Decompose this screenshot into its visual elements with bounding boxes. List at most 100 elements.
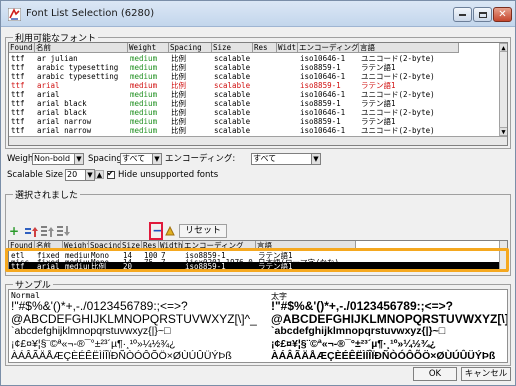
close-button[interactable]: ✕ xyxy=(493,7,512,22)
scroll-up-icon[interactable]: ▲ xyxy=(499,43,507,52)
table-cell: medium xyxy=(130,54,158,63)
table-row[interactable]: ttf arial black medium 比例 scalable iso8859-1 ラ… xyxy=(9,99,499,108)
encoding-combo[interactable]: すべて ▼ xyxy=(251,153,321,165)
add-icon[interactable]: + xyxy=(7,224,21,238)
column-header[interactable]: Size xyxy=(212,43,253,53)
column-header[interactable]: Res xyxy=(253,43,277,53)
move-up-icon[interactable] xyxy=(25,226,38,237)
sample-bold-line: !"#$%&'()*+,-./0123456789:;<=>? xyxy=(271,299,453,313)
available-fonts-list[interactable]: Foundr▲名前WeightSpacingSizeResWidtエンコーディン… xyxy=(8,42,508,146)
sample-bold-line: `abcdefghijklmnopqrstuvwxyz{|}~□ xyxy=(271,325,446,337)
table-cell: medium xyxy=(130,72,158,81)
column-header[interactable]: Weight xyxy=(128,43,169,53)
move-down-icon[interactable] xyxy=(57,226,70,237)
table-cell: arial xyxy=(37,81,60,90)
table-row[interactable]: ttf ar julian medium 比例 scalable iso10646-1 ユニ… xyxy=(9,54,499,63)
spin-down-icon[interactable]: ▼ xyxy=(85,170,94,180)
vertical-scrollbar[interactable] xyxy=(499,43,507,136)
table-cell: ttf xyxy=(11,108,25,117)
table-cell: ttf xyxy=(11,126,25,135)
maximize-button[interactable] xyxy=(473,7,492,22)
scalable-size-spinner[interactable]: 20 ▼ xyxy=(65,169,95,181)
table-cell: scalable xyxy=(214,63,251,72)
app-icon xyxy=(8,8,21,21)
chevron-down-icon: ▼ xyxy=(311,154,320,164)
table-cell: ttf xyxy=(11,81,25,90)
table-row[interactable]: ttf arabic typesetting medium 比例 scalable iso… xyxy=(9,63,499,72)
table-cell: ttf xyxy=(11,117,25,126)
table-cell: ラテン語1 xyxy=(361,81,396,90)
table-cell: arial narrow xyxy=(37,126,92,135)
table-cell: scalable xyxy=(214,126,251,135)
table-cell: 比例 xyxy=(171,81,186,90)
table-cell: ユニコード(2-byte) xyxy=(361,90,435,99)
table-cell: 比例 xyxy=(171,54,186,63)
reset-button-label: リセット xyxy=(184,226,221,236)
sample-normal-line: @ABCDEFGHIJKLMNOPQRSTUVWXYZ[\]^_ xyxy=(11,312,257,326)
column-header[interactable]: エンコーディング xyxy=(298,43,359,53)
table-cell: ラテン語1 xyxy=(361,63,396,72)
sample-normal-line: ¡¢£¤¥¦§¨©ª«¬-®¯°±²³´µ¶·¸¹º»¼½¾¿ xyxy=(11,338,176,350)
table-cell: 比例 xyxy=(171,117,186,126)
title-bar[interactable]: Font List Selection (6280) ✕ xyxy=(1,1,515,27)
table-cell: 比例 xyxy=(171,99,186,108)
table-row[interactable]: ttf arial medium 比例 scalable iso10646-1 ユニコード(… xyxy=(9,90,499,99)
table-cell: iso10646-1 xyxy=(300,126,346,135)
table-cell: ラテン語1 xyxy=(361,117,396,126)
table-cell: 比例 xyxy=(171,126,186,135)
column-header[interactable]: Foundr▲ xyxy=(9,43,35,53)
spacing-combo-value: すべて xyxy=(122,154,146,163)
table-cell: iso8859-1 xyxy=(300,99,341,108)
table-row[interactable]: ttf arabic typesetting medium 比例 scalable iso… xyxy=(9,72,499,81)
cancel-button[interactable]: キャンセル xyxy=(461,367,511,381)
table-cell: medium xyxy=(130,63,158,72)
encoding-combo-value: すべて xyxy=(253,154,277,163)
table-cell: scalable xyxy=(214,117,251,126)
column-header[interactable]: 言語 xyxy=(359,43,459,53)
highlight-selected-row xyxy=(5,248,509,272)
table-row[interactable]: ttf arial narrow medium 比例 scalable iso8859-1… xyxy=(9,117,499,126)
table-cell: iso8859-1 xyxy=(300,63,341,72)
table-cell: arial narrow xyxy=(37,117,92,126)
table-cell: 比例 xyxy=(171,90,186,99)
reset-button[interactable]: リセット xyxy=(179,224,227,238)
table-cell: medium xyxy=(130,126,158,135)
table-cell: iso10646-1 xyxy=(300,108,346,117)
encoding-label: エンコーディング: xyxy=(165,154,236,164)
move-to-top-icon[interactable] xyxy=(41,226,54,237)
minimize-button[interactable] xyxy=(453,7,472,22)
hide-unsupported-label: Hide unsupported fonts xyxy=(118,170,219,180)
table-row[interactable]: ttf arial black medium 比例 scalable iso10646-1… xyxy=(9,108,499,117)
table-cell: medium xyxy=(130,81,158,90)
column-header[interactable]: 名前 xyxy=(35,43,128,53)
scroll-down-icon[interactable]: ▼ xyxy=(499,127,507,136)
table-cell: iso10646-1 xyxy=(300,72,346,81)
table-cell: iso10646-1 xyxy=(300,90,346,99)
table-row[interactable]: ttf arial medium 比例 scalable iso8859-1 ラテン語1 xyxy=(9,81,499,90)
spacing-combo[interactable]: すべて ▼ xyxy=(120,153,162,165)
table-cell: ユニコード(2-byte) xyxy=(361,126,435,135)
selected-fonts-label: 選択されました xyxy=(13,188,81,201)
table-cell: 比例 xyxy=(171,108,186,117)
ok-button[interactable]: OK xyxy=(413,367,457,381)
clear-icon[interactable] xyxy=(164,225,176,237)
table-cell: ttf xyxy=(11,72,25,81)
spin-up-icon[interactable]: ▲ xyxy=(95,170,104,179)
horizontal-scrollbar[interactable] xyxy=(9,136,507,145)
sample-normal-line: `abcdefghijklmnopqrstuvwxyz{|}~□ xyxy=(11,325,171,337)
table-row[interactable]: ttf arial narrow medium 比例 scalable iso10646-… xyxy=(9,126,499,135)
table-cell: ttf xyxy=(11,54,25,63)
table-cell: arial black xyxy=(37,99,87,108)
table-cell: ttf xyxy=(11,90,25,99)
column-header[interactable]: Spacing xyxy=(169,43,212,53)
weight-combo[interactable]: Non-bold ▼ xyxy=(32,153,84,165)
table-cell: arial black xyxy=(37,108,87,117)
chevron-down-icon: ▼ xyxy=(152,154,161,164)
table-cell: scalable xyxy=(214,54,251,63)
hide-unsupported-checkbox[interactable] xyxy=(107,169,115,179)
table-cell: ユニコード(2-byte) xyxy=(361,108,435,117)
table-cell: scalable xyxy=(214,81,251,90)
ok-button-label: OK xyxy=(428,369,442,379)
table-cell: arabic typesetting xyxy=(37,63,119,72)
column-header[interactable]: Widt xyxy=(277,43,298,53)
